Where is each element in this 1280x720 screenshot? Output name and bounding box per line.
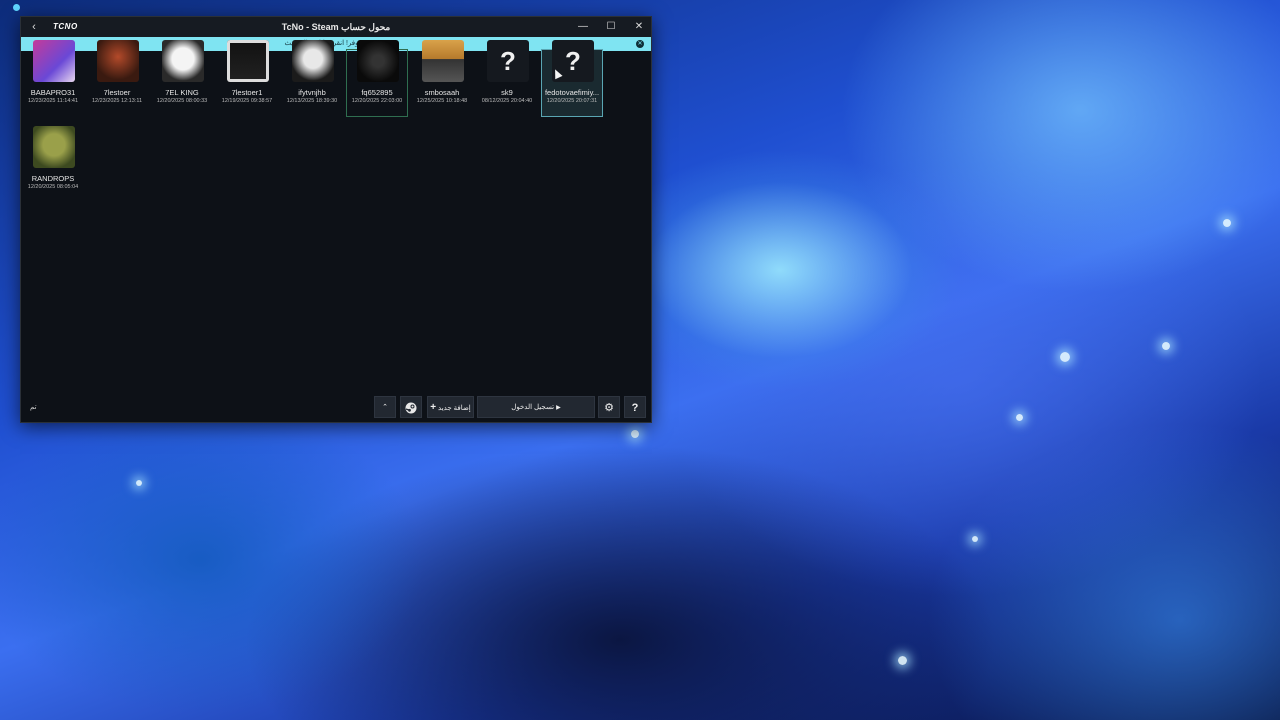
account-last-login: 08/12/2025 20:04:40 <box>481 98 533 104</box>
close-button[interactable]: ✕ <box>629 19 649 35</box>
account-name: smbosaah <box>424 88 460 97</box>
desktop-indicator-dot <box>13 4 20 11</box>
gear-icon: ⚙ <box>604 402 614 414</box>
wallpaper-sparkle <box>1162 342 1170 350</box>
plus-icon: + <box>430 402 437 413</box>
dark-avatar <box>357 40 399 82</box>
demon-avatar <box>97 40 139 82</box>
minimize-button[interactable]: — <box>573 19 593 35</box>
status-text: تم <box>30 404 37 411</box>
account-last-login: 12/20/2025 08:00:33 <box>156 98 208 104</box>
question-mark-icon: ? <box>487 40 529 82</box>
account-last-login: 12/20/2025 20:07:31 <box>546 98 598 104</box>
sketch-avatar <box>227 40 269 82</box>
account-last-login: 12/23/2025 12:13:11 <box>91 98 143 104</box>
account-tile[interactable]: ? sk9 08/12/2025 20:04:40 <box>476 40 538 117</box>
account-last-login: 12/13/2025 18:39:30 <box>286 98 338 104</box>
account-tile[interactable]: 7EL KING 12/20/2025 08:00:33 <box>151 40 213 117</box>
white-figure-avatar <box>162 40 204 82</box>
account-tile[interactable]: 7lestoer 12/23/2025 12:13:11 <box>86 40 148 117</box>
wallpaper-sparkle <box>631 430 639 438</box>
account-tile[interactable]: BABAPRO31 12/23/2025 11:14:41 <box>22 40 84 117</box>
account-last-login: 12/20/2025 22:03:00 <box>351 98 403 104</box>
account-tile[interactable]: RANDROPS 12/20/2025 08:05:04 <box>22 126 84 203</box>
account-tile[interactable]: smbosaah 12/25/2025 10:18:48 <box>411 40 473 117</box>
account-tile[interactable]: ifytvnjhb 12/13/2025 18:39:30 <box>281 40 343 117</box>
account-last-login: 12/20/2025 08:05:04 <box>27 184 79 190</box>
wallpaper-sparkle <box>972 536 978 542</box>
person-avatar <box>422 40 464 82</box>
window-title: TcNo - Steam محول حساب <box>281 22 391 32</box>
login-label: تسجيل الدخول <box>511 404 555 411</box>
wallpaper-sparkle <box>1016 414 1023 421</box>
skull-avatar <box>33 40 75 82</box>
caret-right-icon: ▶ <box>556 405 561 411</box>
help-button[interactable]: ? <box>624 396 646 418</box>
wallpaper-sparkle <box>898 656 907 665</box>
account-name: fedotovaefimiy... <box>544 88 600 97</box>
account-name: 7lestoer <box>103 88 131 97</box>
account-name: RANDROPS <box>31 174 75 183</box>
wallpaper-sparkle <box>1060 352 1070 362</box>
account-tile[interactable]: 7lestoer1 12/19/2025 09:38:57 <box>216 40 278 117</box>
add-new-button[interactable]: + إضافة جديد <box>427 396 474 418</box>
question-avatar: ? <box>487 40 529 82</box>
orc-avatar <box>33 126 75 168</box>
account-last-login: 12/25/2025 10:18:48 <box>416 98 468 104</box>
account-name: 7EL KING <box>165 88 199 97</box>
steam-icon <box>405 402 417 414</box>
account-tile[interactable]: ? fedotovaefimiy... 12/20/2025 20:07:31 <box>541 40 603 117</box>
wallpaper-sparkle <box>136 480 142 486</box>
account-name: fq652895 <box>361 88 393 97</box>
maximize-button[interactable]: ☐ <box>601 19 621 35</box>
account-name: sk9 <box>501 88 513 97</box>
account-name: 7lestoer1 <box>231 88 263 97</box>
account-tile[interactable]: fq652895 12/20/2025 22:03:00 <box>346 40 408 117</box>
title-bar: ‹ TCNO TcNo - Steam محول حساب — ☐ ✕ <box>21 17 651 37</box>
portrait-avatar <box>292 40 334 82</box>
account-last-login: 12/23/2025 11:14:41 <box>27 98 79 104</box>
platform-switch-button[interactable] <box>400 396 422 418</box>
account-last-login: 12/19/2025 09:38:57 <box>221 98 273 104</box>
banner-close-icon[interactable]: ✕ <box>636 40 644 48</box>
wallpaper-sparkle <box>1223 219 1231 227</box>
settings-button[interactable]: ⚙ <box>598 396 620 418</box>
add-new-label: إضافة جديد <box>438 405 471 412</box>
account-name: BABAPRO31 <box>30 88 76 97</box>
account-name: ifytvnjhb <box>298 88 326 97</box>
collapse-button[interactable]: ⌃ <box>374 396 396 418</box>
login-button[interactable]: تسجيل الدخول ▶ <box>477 396 595 418</box>
